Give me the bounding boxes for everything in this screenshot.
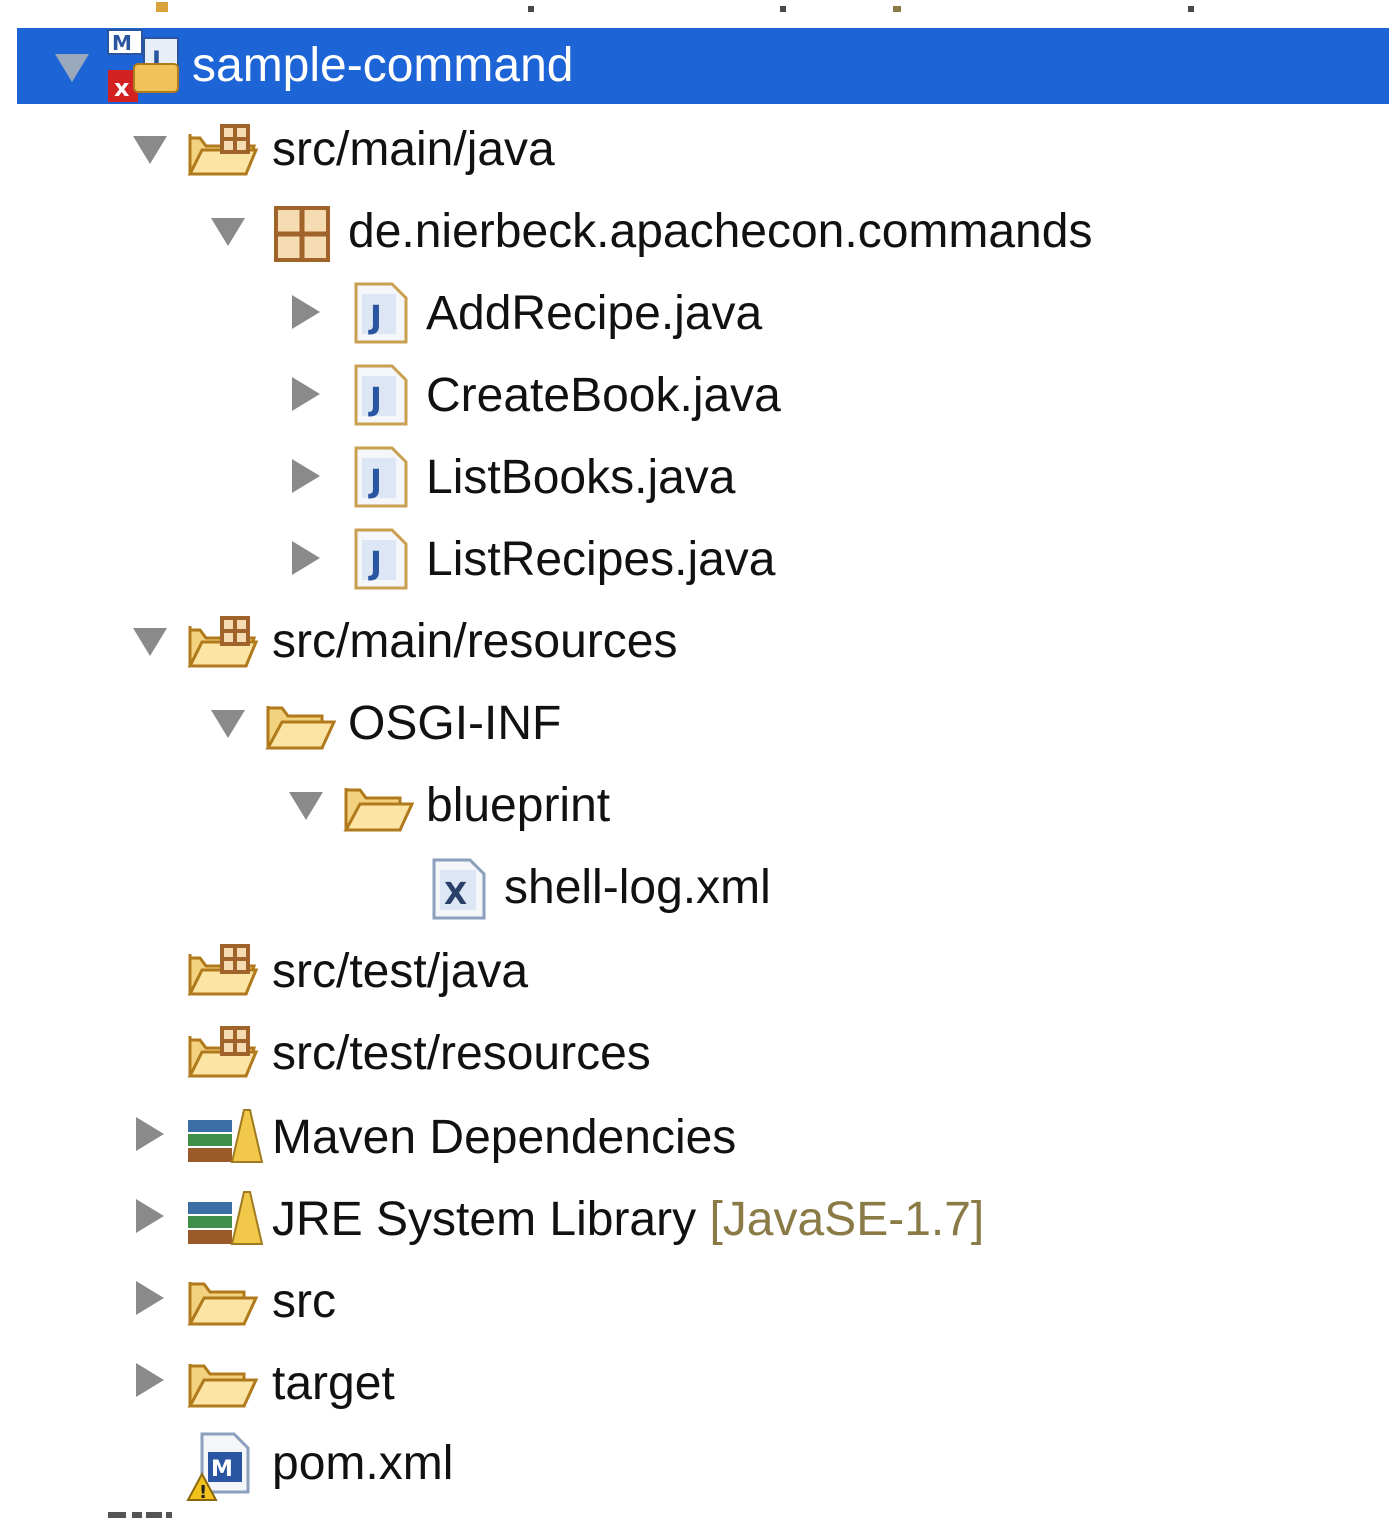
expand-right-icon[interactable] <box>286 374 326 414</box>
tree-item-label: src/test/resources <box>272 1027 651 1080</box>
java-file-icon: J <box>354 528 408 590</box>
expand-right-icon[interactable] <box>130 1278 170 1318</box>
clipped-row-below <box>100 1508 190 1518</box>
tree-item-label: ListRecipes.java <box>426 533 776 586</box>
tree-item-label: Maven Dependencies <box>272 1111 737 1164</box>
library-icon <box>188 1191 264 1245</box>
expand-right-icon[interactable] <box>130 1114 170 1154</box>
tree-row-java-file[interactable]: J ListBooks.java <box>0 436 1389 518</box>
expand-right-icon[interactable] <box>130 1196 170 1236</box>
maven-project-error-icon: M J x <box>107 29 179 102</box>
tree-row-library[interactable]: JRE System Library [JavaSE-1.7] <box>0 1176 1389 1258</box>
expand-down-icon[interactable] <box>52 48 92 88</box>
svg-text:J: J <box>368 544 382 582</box>
tree-item-label: target <box>272 1357 395 1410</box>
tree-item-label: src/test/java <box>272 945 529 998</box>
expand-right-icon[interactable] <box>286 292 326 332</box>
source-folder-icon <box>187 124 258 176</box>
svg-text:J: J <box>368 380 382 418</box>
tree-row-source-folder[interactable]: src/main/resources <box>0 600 1389 682</box>
java-file-icon: J <box>354 282 408 344</box>
svg-text:M: M <box>211 1457 233 1482</box>
tree-item-label: src <box>272 1275 336 1328</box>
tree-row-java-file[interactable]: J CreateBook.java <box>0 354 1389 436</box>
folder-open-icon <box>265 706 336 750</box>
java-file-icon: J <box>354 364 408 426</box>
tree-item-label: blueprint <box>426 779 611 832</box>
tree-item-label: AddRecipe.java <box>426 287 763 340</box>
library-name: JRE System Library <box>272 1193 697 1246</box>
library-icon <box>188 1109 264 1163</box>
source-folder-icon <box>187 1026 258 1078</box>
tree-item-label: de.nierbeck.apachecon.commands <box>348 205 1093 258</box>
expand-down-icon[interactable] <box>130 130 170 170</box>
tree-row-package[interactable]: de.nierbeck.apachecon.commands <box>0 190 1389 272</box>
project-label: sample-command <box>192 39 574 92</box>
tree-row-source-folder[interactable]: src/test/java <box>0 928 1389 1010</box>
tree-item-label: JRE System Library [JavaSE-1.7] <box>272 1192 984 1248</box>
expand-right-icon[interactable] <box>286 456 326 496</box>
maven-pom-warning-icon: M ! <box>186 1432 250 1502</box>
tree-row-library[interactable]: Maven Dependencies <box>0 1094 1389 1176</box>
tree-item-label: pom.xml <box>272 1437 454 1490</box>
svg-text:X: X <box>444 877 467 912</box>
tree-row-java-file[interactable]: J AddRecipe.java <box>0 272 1389 354</box>
tree-row-source-folder[interactable]: src/main/java <box>0 108 1389 190</box>
tree-item-label: ListBooks.java <box>426 451 736 504</box>
tree-row-xml-file[interactable]: X shell-log.xml <box>0 846 1389 928</box>
source-folder-icon <box>187 944 258 996</box>
tree-row-folder[interactable]: OSGI-INF <box>0 682 1389 764</box>
expand-right-icon[interactable] <box>286 538 326 578</box>
project-explorer-tree: M J x sample-command src/main/java de.ni… <box>0 0 1389 1518</box>
svg-text:M: M <box>112 31 132 55</box>
folder-icon <box>187 1282 258 1326</box>
library-version-decoration: [JavaSE-1.7] <box>709 1193 985 1246</box>
expand-down-icon[interactable] <box>286 786 326 826</box>
tree-item-label: src/main/java <box>272 123 555 176</box>
tree-row-project[interactable]: M J x sample-command <box>0 0 1389 104</box>
expand-down-icon[interactable] <box>208 704 248 744</box>
package-icon <box>274 206 330 262</box>
expand-down-icon[interactable] <box>130 622 170 662</box>
tree-row-java-file[interactable]: J ListRecipes.java <box>0 518 1389 600</box>
expand-right-icon[interactable] <box>130 1360 170 1400</box>
java-file-icon: J <box>354 446 408 508</box>
folder-open-icon <box>343 788 414 832</box>
tree-item-label: shell-log.xml <box>504 861 771 914</box>
tree-row-source-folder[interactable]: src/test/resources <box>0 1010 1389 1092</box>
tree-item-label: OSGI-INF <box>348 697 562 750</box>
expand-down-icon[interactable] <box>208 212 248 252</box>
tree-row-folder[interactable]: blueprint <box>0 764 1389 846</box>
tree-row-pom-file[interactable]: M ! pom.xml <box>0 1422 1389 1504</box>
tree-row-folder[interactable]: target <box>0 1340 1389 1422</box>
source-folder-icon <box>187 616 258 668</box>
tree-item-label: src/main/resources <box>272 615 678 668</box>
xml-file-icon: X <box>432 858 486 920</box>
svg-text:J: J <box>368 462 382 500</box>
svg-text:!: ! <box>199 1482 207 1502</box>
tree-row-folder[interactable]: src <box>0 1258 1389 1340</box>
svg-text:J: J <box>368 298 382 336</box>
tree-item-label: CreateBook.java <box>426 369 781 422</box>
folder-icon <box>187 1364 258 1408</box>
svg-text:x: x <box>114 74 130 102</box>
